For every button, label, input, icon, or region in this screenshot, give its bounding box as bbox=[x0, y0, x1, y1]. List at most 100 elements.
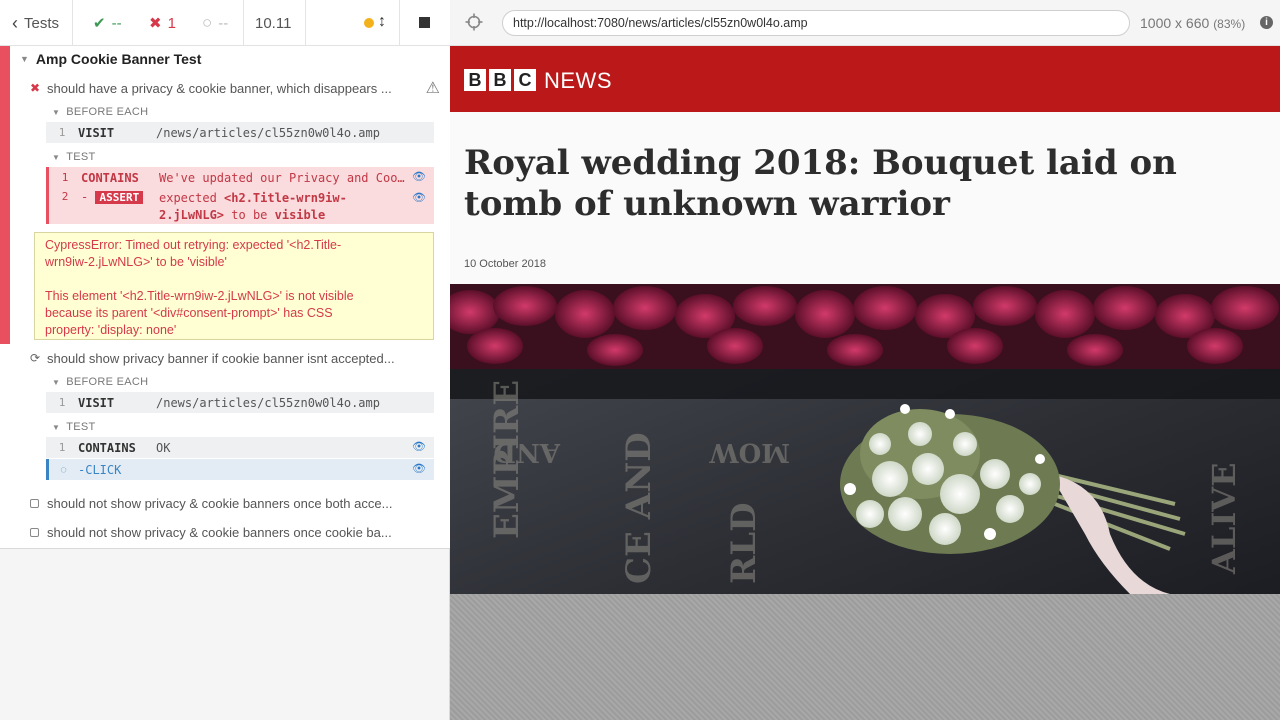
x-icon: ✖ bbox=[30, 81, 41, 95]
failed-value: 1 bbox=[167, 14, 176, 32]
command-assert[interactable]: 2 - ASSERT expected <h2.Title-wrn9iw- 2.… bbox=[46, 188, 434, 224]
article-date: 10 October 2018 bbox=[464, 258, 546, 270]
suite-title-text: Amp Cookie Banner Test bbox=[35, 51, 202, 67]
test-item-pending[interactable]: should not show privacy & cookie banners… bbox=[30, 492, 440, 514]
bbc-logo-b[interactable]: B bbox=[489, 69, 511, 91]
error-line: CypressError: Timed out retrying: expect… bbox=[45, 238, 342, 252]
hero-engraving-text: RLD bbox=[724, 502, 764, 584]
command-visit[interactable]: 1 VISIT /news/articles/cl55zn0w0l4o.amp bbox=[46, 122, 434, 143]
hero-engraving-text: MOW bbox=[709, 437, 790, 467]
command-name: - ASSERT bbox=[81, 190, 159, 204]
stop-button[interactable] bbox=[400, 0, 450, 46]
runnables-list: ▼ Amp Cookie Banner Test ✖ should have a … bbox=[0, 46, 450, 549]
arrows-updown-icon: ↕ bbox=[378, 13, 386, 30]
viewport-dimensions: 1000 x 660 bbox=[1140, 15, 1210, 31]
caret-down-icon: ▼ bbox=[20, 54, 29, 64]
command-message: OK bbox=[156, 440, 171, 455]
bbc-logo-c[interactable]: C bbox=[514, 69, 536, 91]
command-name: VISIT bbox=[78, 395, 115, 410]
command-message: expected <h2.Title-wrn9iw- 2.jLwNLG> to … bbox=[159, 190, 434, 224]
stats-bar: ‹ Tests ✔ -- ✖ 1 ○ -- 10.11 ↕ bbox=[0, 0, 450, 46]
aut-background bbox=[450, 594, 1280, 720]
spinner-icon: ◌ bbox=[60, 463, 67, 476]
eye-icon: 👁 bbox=[412, 441, 426, 453]
assert-text: expected bbox=[159, 191, 217, 205]
test-item-pending[interactable]: should not show privacy & cookie banners… bbox=[30, 521, 440, 543]
selector-playground-icon[interactable] bbox=[465, 13, 483, 31]
auto-scroll-toggle[interactable]: ↕ bbox=[306, 0, 400, 46]
command-name: CONTAINS bbox=[78, 440, 136, 455]
eye-icon: 👁 bbox=[412, 463, 426, 475]
duration-value: 10.11 bbox=[255, 14, 292, 32]
aut-pane: http://localhost:7080/news/articles/cl55… bbox=[450, 0, 1280, 720]
eye-slash-icon: 👁 bbox=[412, 171, 426, 183]
command-message: /news/articles/cl55zn0w0l4o.amp bbox=[156, 395, 380, 410]
hook-before-each[interactable]: ▼ BEFORE EACH bbox=[52, 376, 148, 388]
assert-expected: visible bbox=[274, 208, 326, 222]
passed-value: -- bbox=[111, 14, 122, 32]
article-headline: Royal wedding 2018: Bouquet laid on tomb… bbox=[464, 143, 1177, 224]
hook-label: BEFORE EACH bbox=[66, 106, 149, 118]
bbc-logo-b[interactable]: B bbox=[464, 69, 486, 91]
suite-title[interactable]: ▼ Amp Cookie Banner Test bbox=[20, 51, 201, 67]
hero-engraving-text: AND bbox=[494, 437, 562, 467]
chevron-left-icon: ‹ bbox=[12, 12, 18, 33]
command-number: 2 bbox=[61, 190, 69, 203]
command-click[interactable]: ◌ -CLICK 👁 bbox=[46, 459, 434, 480]
test-item-failed[interactable]: ✖ should have a privacy & cookie banner,… bbox=[30, 77, 440, 99]
auto-scroll-dot-icon bbox=[364, 18, 374, 28]
command-message: /news/articles/cl55zn0w0l4o.amp bbox=[156, 125, 380, 140]
failed-indicator-bar bbox=[0, 46, 10, 344]
test-title: should have a privacy & cookie banner, w… bbox=[47, 80, 392, 96]
command-number: 1 bbox=[58, 126, 66, 139]
assert-text: to be bbox=[231, 208, 268, 222]
bbc-news-label[interactable]: NEWS bbox=[544, 68, 612, 94]
command-name: -CLICK bbox=[78, 462, 122, 477]
url-field[interactable]: http://localhost:7080/news/articles/cl55… bbox=[502, 10, 1130, 36]
test-title: should show privacy banner if cookie ban… bbox=[47, 350, 395, 366]
command-contains[interactable]: 1 CONTAINS We've updated our Privacy and… bbox=[46, 167, 434, 188]
error-line: wrn9iw-2.jLwNLG>' to be 'visible' bbox=[45, 255, 227, 269]
command-number: 1 bbox=[58, 396, 66, 409]
assert-selector-cont: 2.jLwNLG> bbox=[159, 208, 225, 222]
square-icon bbox=[30, 527, 39, 537]
error-message[interactable]: CypressError: Timed out retrying: expect… bbox=[34, 232, 434, 340]
circle-notch-icon: ○ bbox=[202, 13, 213, 32]
aut-header: http://localhost:7080/news/articles/cl55… bbox=[450, 0, 1280, 46]
assert-selector: <h2.Title-wrn9iw- bbox=[224, 191, 347, 205]
failed-count: ✖ 1 bbox=[131, 0, 188, 46]
hero-engraving-text: ALIVE bbox=[1205, 462, 1243, 575]
caret-down-icon: ▼ bbox=[52, 423, 61, 432]
command-number: 1 bbox=[58, 441, 66, 454]
stop-icon bbox=[419, 17, 430, 28]
reporter-pane: ‹ Tests ✔ -- ✖ 1 ○ -- 10.11 ↕ ▼ Amp Cooki… bbox=[0, 0, 450, 720]
passed-count: ✔ -- bbox=[73, 0, 131, 46]
info-icon[interactable]: i bbox=[1260, 16, 1273, 29]
x-icon: ✖ bbox=[149, 15, 162, 32]
hook-test[interactable]: ▼ TEST bbox=[52, 151, 96, 163]
command-number: 1 bbox=[61, 171, 69, 184]
eye-slash-icon: 👁 bbox=[412, 192, 426, 204]
caret-down-icon: ▼ bbox=[52, 153, 61, 162]
viewport-size[interactable]: 1000 x 660 (83%) bbox=[1140, 15, 1245, 31]
hook-test[interactable]: ▼ TEST bbox=[52, 421, 96, 433]
command-visit[interactable]: 1 VISIT /news/articles/cl55zn0w0l4o.amp bbox=[46, 392, 434, 413]
assert-badge: ASSERT bbox=[95, 191, 144, 204]
hero-image: EMPIRE CE AND RLD ALIVE AND MOW bbox=[450, 284, 1280, 594]
command-name: CONTAINS bbox=[81, 170, 139, 185]
test-item-running[interactable]: ⟳ should show privacy banner if cookie b… bbox=[30, 347, 440, 369]
square-icon bbox=[30, 498, 39, 508]
aut-iframe: B B C NEWS Royal wedding 2018: Bouquet l… bbox=[450, 46, 1280, 594]
hero-engraving-text: CE AND bbox=[619, 432, 659, 584]
hook-label: TEST bbox=[66, 421, 96, 433]
check-icon: ✔ bbox=[93, 15, 106, 32]
command-contains[interactable]: 1 CONTAINS OK 👁 bbox=[46, 437, 434, 458]
viewport-scale: (83%) bbox=[1213, 17, 1246, 31]
tests-back-button[interactable]: ‹ Tests bbox=[0, 0, 73, 46]
tests-label: Tests bbox=[24, 14, 60, 32]
pending-count: ○ -- bbox=[188, 0, 244, 46]
duration: 10.11 bbox=[244, 0, 306, 46]
hook-before-each[interactable]: ▼ BEFORE EACH bbox=[52, 106, 148, 118]
error-line: because its parent '<div#consent-prompt>… bbox=[45, 306, 333, 320]
refresh-icon: ⟳ bbox=[30, 351, 41, 365]
